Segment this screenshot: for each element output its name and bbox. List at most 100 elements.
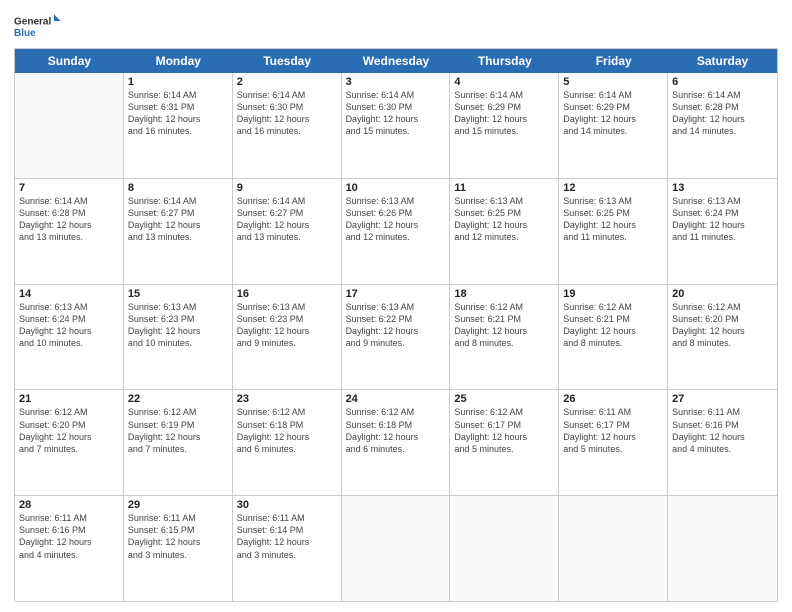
- day-header: Thursday: [450, 49, 559, 73]
- calendar-cell: 8Sunrise: 6:14 AM Sunset: 6:27 PM Daylig…: [124, 179, 233, 284]
- cell-date: 4: [454, 76, 554, 88]
- cell-date: 30: [237, 499, 337, 511]
- calendar-cell: 14Sunrise: 6:13 AM Sunset: 6:24 PM Dayli…: [15, 285, 124, 390]
- day-header: Sunday: [15, 49, 124, 73]
- cell-info: Sunrise: 6:14 AM Sunset: 6:28 PM Dayligh…: [19, 195, 119, 244]
- svg-text:Blue: Blue: [14, 28, 36, 39]
- cell-info: Sunrise: 6:11 AM Sunset: 6:14 PM Dayligh…: [237, 512, 337, 561]
- calendar-row: 7Sunrise: 6:14 AM Sunset: 6:28 PM Daylig…: [15, 179, 777, 285]
- calendar-cell: 11Sunrise: 6:13 AM Sunset: 6:25 PM Dayli…: [450, 179, 559, 284]
- cell-info: Sunrise: 6:14 AM Sunset: 6:31 PM Dayligh…: [128, 89, 228, 138]
- cell-date: 2: [237, 76, 337, 88]
- cell-date: 10: [346, 182, 446, 194]
- day-header: Wednesday: [342, 49, 451, 73]
- calendar: SundayMondayTuesdayWednesdayThursdayFrid…: [14, 48, 778, 602]
- day-header: Monday: [124, 49, 233, 73]
- calendar-cell: 12Sunrise: 6:13 AM Sunset: 6:25 PM Dayli…: [559, 179, 668, 284]
- calendar-cell: 15Sunrise: 6:13 AM Sunset: 6:23 PM Dayli…: [124, 285, 233, 390]
- cell-info: Sunrise: 6:14 AM Sunset: 6:27 PM Dayligh…: [128, 195, 228, 244]
- calendar-cell: [668, 496, 777, 601]
- calendar-cell: 21Sunrise: 6:12 AM Sunset: 6:20 PM Dayli…: [15, 390, 124, 495]
- cell-info: Sunrise: 6:14 AM Sunset: 6:27 PM Dayligh…: [237, 195, 337, 244]
- day-header: Saturday: [668, 49, 777, 73]
- cell-info: Sunrise: 6:14 AM Sunset: 6:30 PM Dayligh…: [237, 89, 337, 138]
- cell-date: 26: [563, 393, 663, 405]
- cell-date: 11: [454, 182, 554, 194]
- cell-info: Sunrise: 6:11 AM Sunset: 6:17 PM Dayligh…: [563, 406, 663, 455]
- calendar-cell: 22Sunrise: 6:12 AM Sunset: 6:19 PM Dayli…: [124, 390, 233, 495]
- calendar-cell: [342, 496, 451, 601]
- cell-date: 16: [237, 288, 337, 300]
- cell-info: Sunrise: 6:14 AM Sunset: 6:30 PM Dayligh…: [346, 89, 446, 138]
- calendar-cell: 29Sunrise: 6:11 AM Sunset: 6:15 PM Dayli…: [124, 496, 233, 601]
- cell-date: 9: [237, 182, 337, 194]
- cell-date: 12: [563, 182, 663, 194]
- cell-info: Sunrise: 6:13 AM Sunset: 6:23 PM Dayligh…: [237, 301, 337, 350]
- cell-date: 24: [346, 393, 446, 405]
- calendar-cell: 4Sunrise: 6:14 AM Sunset: 6:29 PM Daylig…: [450, 73, 559, 178]
- calendar-body: 1Sunrise: 6:14 AM Sunset: 6:31 PM Daylig…: [15, 73, 777, 601]
- cell-date: 21: [19, 393, 119, 405]
- cell-info: Sunrise: 6:12 AM Sunset: 6:17 PM Dayligh…: [454, 406, 554, 455]
- cell-date: 6: [672, 76, 773, 88]
- calendar-cell: 9Sunrise: 6:14 AM Sunset: 6:27 PM Daylig…: [233, 179, 342, 284]
- calendar-row: 1Sunrise: 6:14 AM Sunset: 6:31 PM Daylig…: [15, 73, 777, 179]
- cell-date: 17: [346, 288, 446, 300]
- calendar-cell: 18Sunrise: 6:12 AM Sunset: 6:21 PM Dayli…: [450, 285, 559, 390]
- calendar-cell: 25Sunrise: 6:12 AM Sunset: 6:17 PM Dayli…: [450, 390, 559, 495]
- svg-text:General: General: [14, 16, 51, 27]
- cell-info: Sunrise: 6:11 AM Sunset: 6:16 PM Dayligh…: [19, 512, 119, 561]
- calendar-cell: [15, 73, 124, 178]
- cell-date: 14: [19, 288, 119, 300]
- calendar-row: 14Sunrise: 6:13 AM Sunset: 6:24 PM Dayli…: [15, 285, 777, 391]
- calendar-cell: 5Sunrise: 6:14 AM Sunset: 6:29 PM Daylig…: [559, 73, 668, 178]
- cell-date: 13: [672, 182, 773, 194]
- day-header: Tuesday: [233, 49, 342, 73]
- calendar-cell: 26Sunrise: 6:11 AM Sunset: 6:17 PM Dayli…: [559, 390, 668, 495]
- cell-date: 29: [128, 499, 228, 511]
- day-header: Friday: [559, 49, 668, 73]
- cell-info: Sunrise: 6:12 AM Sunset: 6:20 PM Dayligh…: [672, 301, 773, 350]
- page-header: General Blue: [14, 10, 778, 42]
- calendar-cell: [559, 496, 668, 601]
- cell-info: Sunrise: 6:13 AM Sunset: 6:26 PM Dayligh…: [346, 195, 446, 244]
- cell-info: Sunrise: 6:14 AM Sunset: 6:28 PM Dayligh…: [672, 89, 773, 138]
- cell-date: 1: [128, 76, 228, 88]
- cell-date: 25: [454, 393, 554, 405]
- calendar-cell: 28Sunrise: 6:11 AM Sunset: 6:16 PM Dayli…: [15, 496, 124, 601]
- calendar-cell: 24Sunrise: 6:12 AM Sunset: 6:18 PM Dayli…: [342, 390, 451, 495]
- calendar-cell: 10Sunrise: 6:13 AM Sunset: 6:26 PM Dayli…: [342, 179, 451, 284]
- cell-info: Sunrise: 6:12 AM Sunset: 6:20 PM Dayligh…: [19, 406, 119, 455]
- cell-date: 8: [128, 182, 228, 194]
- calendar-cell: 13Sunrise: 6:13 AM Sunset: 6:24 PM Dayli…: [668, 179, 777, 284]
- cell-date: 19: [563, 288, 663, 300]
- calendar-cell: 2Sunrise: 6:14 AM Sunset: 6:30 PM Daylig…: [233, 73, 342, 178]
- cell-date: 28: [19, 499, 119, 511]
- cell-info: Sunrise: 6:11 AM Sunset: 6:16 PM Dayligh…: [672, 406, 773, 455]
- calendar-row: 21Sunrise: 6:12 AM Sunset: 6:20 PM Dayli…: [15, 390, 777, 496]
- calendar-cell: 6Sunrise: 6:14 AM Sunset: 6:28 PM Daylig…: [668, 73, 777, 178]
- cell-info: Sunrise: 6:11 AM Sunset: 6:15 PM Dayligh…: [128, 512, 228, 561]
- cell-info: Sunrise: 6:13 AM Sunset: 6:24 PM Dayligh…: [672, 195, 773, 244]
- calendar-cell: 27Sunrise: 6:11 AM Sunset: 6:16 PM Dayli…: [668, 390, 777, 495]
- cell-info: Sunrise: 6:13 AM Sunset: 6:23 PM Dayligh…: [128, 301, 228, 350]
- cell-info: Sunrise: 6:13 AM Sunset: 6:25 PM Dayligh…: [563, 195, 663, 244]
- calendar-cell: 20Sunrise: 6:12 AM Sunset: 6:20 PM Dayli…: [668, 285, 777, 390]
- logo: General Blue: [14, 10, 64, 42]
- cell-info: Sunrise: 6:12 AM Sunset: 6:21 PM Dayligh…: [563, 301, 663, 350]
- calendar-cell: 7Sunrise: 6:14 AM Sunset: 6:28 PM Daylig…: [15, 179, 124, 284]
- calendar-cell: 1Sunrise: 6:14 AM Sunset: 6:31 PM Daylig…: [124, 73, 233, 178]
- cell-info: Sunrise: 6:14 AM Sunset: 6:29 PM Dayligh…: [563, 89, 663, 138]
- cell-date: 22: [128, 393, 228, 405]
- calendar-cell: 16Sunrise: 6:13 AM Sunset: 6:23 PM Dayli…: [233, 285, 342, 390]
- calendar-cell: 19Sunrise: 6:12 AM Sunset: 6:21 PM Dayli…: [559, 285, 668, 390]
- calendar-row: 28Sunrise: 6:11 AM Sunset: 6:16 PM Dayli…: [15, 496, 777, 601]
- cell-date: 20: [672, 288, 773, 300]
- cell-info: Sunrise: 6:12 AM Sunset: 6:19 PM Dayligh…: [128, 406, 228, 455]
- cell-date: 27: [672, 393, 773, 405]
- cell-date: 18: [454, 288, 554, 300]
- calendar-cell: 30Sunrise: 6:11 AM Sunset: 6:14 PM Dayli…: [233, 496, 342, 601]
- cell-info: Sunrise: 6:12 AM Sunset: 6:18 PM Dayligh…: [346, 406, 446, 455]
- day-headers: SundayMondayTuesdayWednesdayThursdayFrid…: [15, 49, 777, 73]
- calendar-cell: 17Sunrise: 6:13 AM Sunset: 6:22 PM Dayli…: [342, 285, 451, 390]
